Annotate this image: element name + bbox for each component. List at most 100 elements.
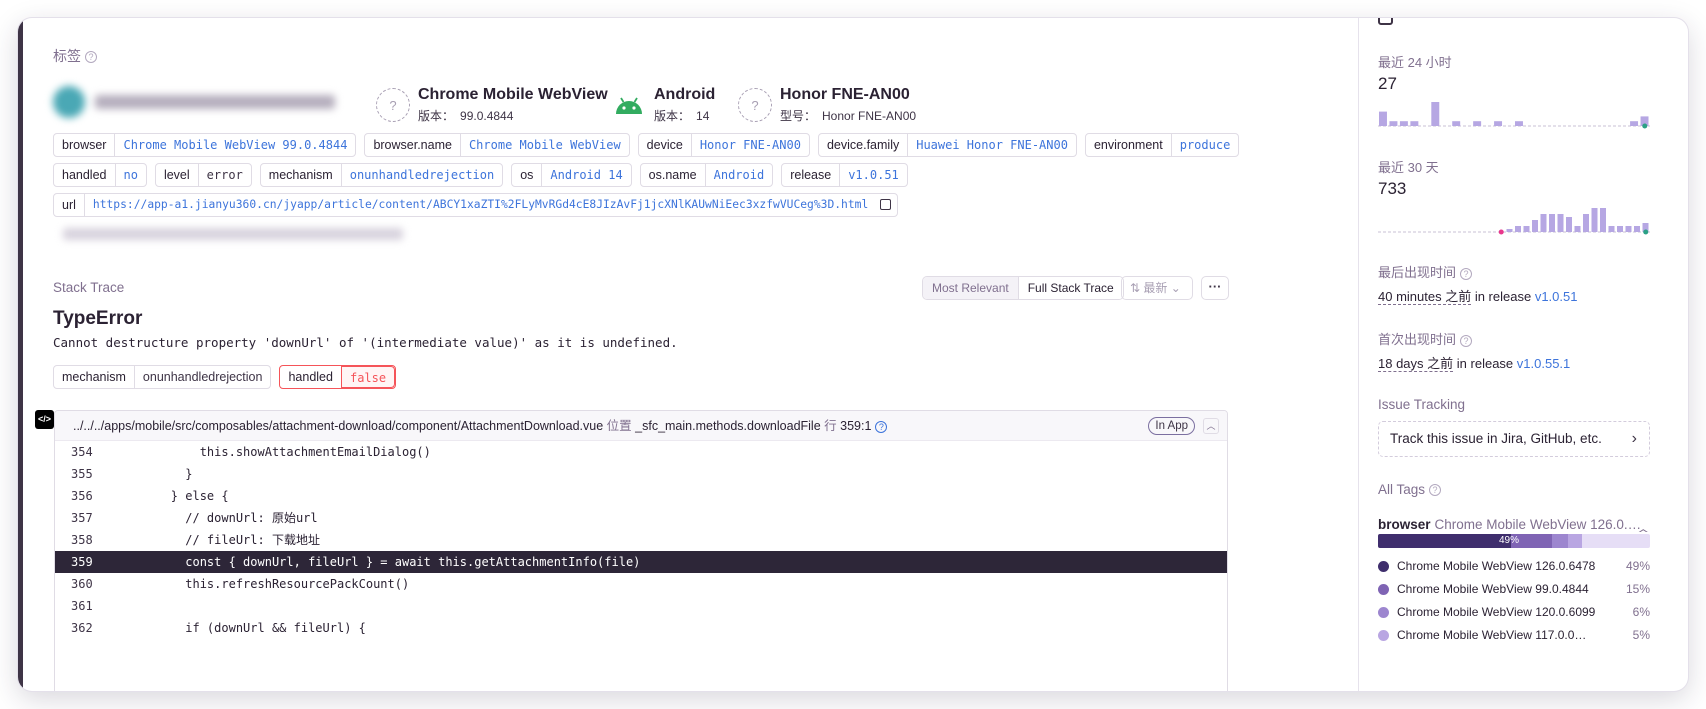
tag-value[interactable]: Honor FNE-AN00 (692, 134, 809, 156)
tag-key: handled (288, 370, 333, 384)
tag-value[interactable]: onunhandledrejection (342, 164, 502, 186)
distribution-segment-other[interactable] (1581, 534, 1650, 548)
tag-os[interactable]: os Android 14 (511, 163, 632, 187)
help-icon[interactable]: ? (1460, 334, 1473, 347)
handled-tag[interactable]: handled false (279, 365, 397, 389)
context-os[interactable]: Android 版本： 14 (614, 86, 715, 124)
line-number: 360 (71, 577, 93, 591)
line-number: 355 (71, 467, 93, 481)
context-os-name: Android (654, 86, 716, 103)
first-seen-title-text: 首次出现时间 (1378, 332, 1457, 347)
first-seen-time[interactable]: 18 days 之前 (1378, 356, 1454, 372)
distribution-segment[interactable] (1568, 534, 1582, 548)
tag-handled[interactable]: handled no (53, 163, 147, 187)
legend-dot (1378, 583, 1389, 595)
tag-key: device.family (819, 134, 909, 156)
distribution-legend-item[interactable]: Chrome Mobile WebView 99.0.4844 15% (1378, 579, 1650, 599)
last-30d-title: 最近 30 天 (1378, 160, 1439, 175)
tag-value[interactable]: Huawei Honor FNE-AN00 (908, 134, 1076, 156)
most-relevant-button[interactable]: Most Relevant (923, 277, 1018, 299)
tag-level[interactable]: level error (154, 163, 252, 187)
context-browser[interactable]: ? Chrome Mobile WebView 版本： 99.0.4844 (376, 86, 608, 124)
tag-value[interactable]: Android (706, 164, 773, 186)
sparkline-bar (1532, 220, 1538, 232)
sparkline-bar (1617, 226, 1623, 232)
distribution-legend-item[interactable]: Chrome Mobile WebView 117.0.0… 5% (1378, 625, 1650, 645)
blurred-user (53, 86, 335, 118)
external-link-icon[interactable] (880, 199, 892, 210)
last-30d-sparkline[interactable] (1378, 204, 1650, 236)
tag-device[interactable]: device Honor FNE-AN00 (637, 133, 810, 157)
tag-value[interactable]: produce (1172, 134, 1239, 156)
last-seen-release-link[interactable]: v1.0.51 (1535, 289, 1578, 304)
context-device[interactable]: ? Honor FNE-AN00 型号： Honor FNE-AN00 (738, 86, 916, 124)
last-30d-count: 733 (1378, 179, 1407, 198)
sparkline-bar (1625, 226, 1632, 232)
code-icon: </> (35, 410, 54, 429)
line-number: 354 (71, 445, 93, 459)
help-icon[interactable]: ? (1429, 484, 1442, 497)
tag-key: os.name (641, 164, 706, 186)
browser-tag-top-value: Chrome Mobile WebView 126.0.… (1434, 517, 1642, 532)
tags-section-title: 标签? (53, 46, 97, 66)
tag-value[interactable]: v1.0.51 (840, 164, 907, 186)
sparkline-bar (1494, 121, 1503, 126)
tag-key: browser.name (365, 134, 461, 156)
last-24h-sparkline[interactable] (1378, 98, 1650, 130)
tag-environment[interactable]: environment produce (1084, 133, 1240, 157)
help-icon[interactable]: ? (85, 51, 97, 64)
context-browser-key: 版本： (418, 109, 455, 123)
help-icon[interactable]: ? (1460, 267, 1473, 280)
checkbox-icon[interactable] (1378, 18, 1393, 25)
tag-key: release (782, 164, 841, 186)
in-release-label: in release (1456, 356, 1514, 371)
legend-pct: 49% (1625, 559, 1650, 573)
legend-pct: 5% (1632, 628, 1650, 642)
tag-value[interactable]: no (116, 164, 146, 186)
distribution-segment[interactable] (1552, 534, 1569, 548)
tag-value[interactable]: Android 14 (542, 164, 630, 186)
tag-os-name[interactable]: os.name Android (639, 163, 774, 187)
code-line: 355 } (55, 463, 1227, 485)
tag-device-family[interactable]: device.family Huawei Honor FNE-AN00 (817, 133, 1077, 157)
context-device-model: Honor FNE-AN00 (822, 109, 917, 123)
tag-release[interactable]: release v1.0.51 (781, 163, 908, 187)
tag-value[interactable]: https://app-a1.jianyu360.cn/jyapp/articl… (85, 194, 876, 216)
chevron-up-icon[interactable]: ︿ (1203, 418, 1219, 434)
distribution-legend-item[interactable]: Chrome Mobile WebView 120.0.6099 6% (1378, 602, 1650, 622)
browser-tag-row[interactable]: browser Chrome Mobile WebView 126.0.… ︿ (1378, 517, 1650, 532)
context-device-name: Honor FNE-AN00 (780, 86, 910, 103)
track-issue-button[interactable]: Track this issue in Jira, GitHub, etc. › (1378, 421, 1650, 457)
frame-filter-toggle: Most Relevant Full Stack Trace (922, 276, 1124, 300)
distribution-legend-item[interactable]: Chrome Mobile WebView 126.0.6478 49% (1378, 556, 1650, 576)
more-options-button[interactable]: ··· (1201, 276, 1229, 300)
tag-key: level (156, 164, 199, 186)
help-icon[interactable]: ? (875, 420, 888, 433)
legend-name: Chrome Mobile WebView 117.0.0… (1397, 628, 1587, 642)
tag-key: device (639, 134, 692, 156)
frame-header[interactable]: ../../../apps/mobile/src/composables/att… (55, 411, 1227, 441)
sparkline-bar (1630, 121, 1639, 126)
code-line: 362 if (downUrl && fileUrl) { (55, 617, 1227, 639)
full-stack-trace-button[interactable]: Full Stack Trace (1017, 277, 1123, 299)
first-seen-release-link[interactable]: v1.0.55.1 (1517, 356, 1571, 371)
legend-pct: 15% (1625, 582, 1650, 596)
sparkline-bar (1473, 121, 1482, 126)
line-source: // downUrl: 原始url (113, 511, 318, 525)
tag-value[interactable]: Chrome Mobile WebView 99.0.4844 (115, 134, 355, 156)
tag-url[interactable]: url https://app-a1.jianyu360.cn/jyapp/art… (53, 193, 899, 217)
tag-browser-name[interactable]: browser.name Chrome Mobile WebView (364, 133, 630, 157)
tag-value[interactable]: Chrome Mobile WebView (461, 134, 629, 156)
tag-key: os (512, 164, 543, 186)
issue-window: 标签? ? Chrome Mobile WebView 版本： 99.0.4844 (18, 18, 1688, 691)
chevron-up-icon[interactable]: ︿ (1637, 517, 1651, 532)
mechanism-tag[interactable]: mechanism onunhandledrejection (53, 365, 272, 389)
sort-dropdown[interactable]: ⇅ 最新 ⌄ (1121, 276, 1193, 300)
tag-browser[interactable]: browser Chrome Mobile WebView 99.0.4844 (53, 133, 357, 157)
distribution-segment[interactable] (1378, 534, 1512, 548)
last-seen-time[interactable]: 40 minutes 之前 (1378, 289, 1472, 305)
chevron-down-icon: ⌄ (1170, 281, 1181, 295)
tag-value[interactable]: error (199, 164, 251, 186)
tag-mechanism[interactable]: mechanism onunhandledrejection (259, 163, 504, 187)
tag-key: url (54, 194, 85, 216)
